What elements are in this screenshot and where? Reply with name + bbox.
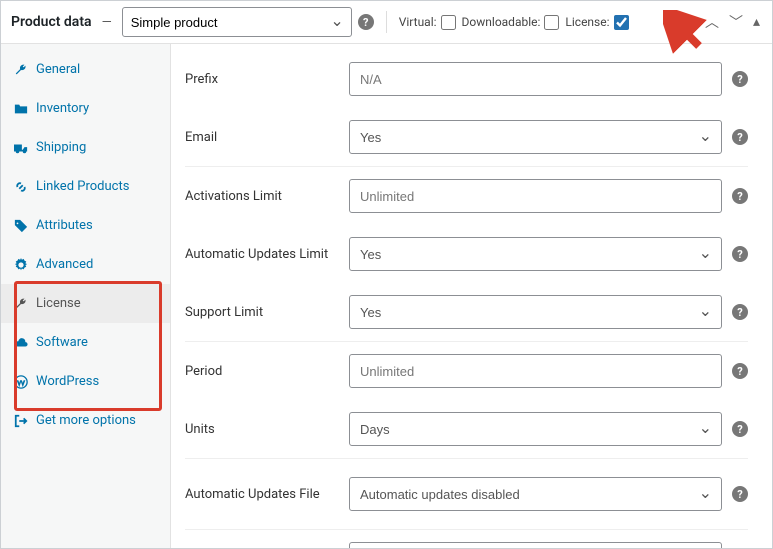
select-auto-updates-limit[interactable]: Yes [349,237,722,271]
sidebar-item-label: Advanced [36,257,93,272]
field-email: Email Yes ? [185,108,748,167]
downloadable-toggle[interactable]: Downloadable: [462,15,560,30]
sidebar: General Inventory Shipping Linked Produc… [1,44,171,548]
sidebar-item-get-more[interactable]: Get more options [1,401,170,440]
license-toggle[interactable]: License: [565,15,628,30]
help-icon[interactable]: ? [732,363,748,379]
label-prefix: Prefix [185,72,349,87]
sidebar-item-linked-products[interactable]: Linked Products [1,167,170,206]
product-data-panel: Product data — Simple product ? Virtual:… [0,0,773,549]
field-period: Period ? [185,342,748,400]
virtual-toggle[interactable]: Virtual: [399,15,456,30]
input-prefix[interactable] [349,62,722,96]
downloadable-checkbox[interactable] [544,15,559,30]
title-dash: — [102,15,112,30]
sidebar-item-attributes[interactable]: Attributes [1,206,170,245]
select-units[interactable]: Days [349,412,722,446]
separator [386,11,387,33]
input-renewal-price[interactable] [349,542,722,548]
label-activations-limit: Activations Limit [185,189,349,204]
sidebar-item-advanced[interactable]: Advanced [1,245,170,284]
panel-body: General Inventory Shipping Linked Produc… [1,44,772,548]
sidebar-item-shipping[interactable]: Shipping [1,128,170,167]
label-support-limit: Support Limit [185,305,349,320]
sidebar-item-label: Shipping [36,140,86,155]
truck-icon [13,140,28,155]
label-email: Email [185,130,349,145]
header-right-controls: ︿ ﹀ ▴ [703,12,762,32]
field-auto-updates-limit: Automatic Updates Limit Yes ? [185,225,748,283]
sidebar-item-label: Linked Products [36,179,129,194]
tag-icon [13,218,28,233]
virtual-label: Virtual: [399,15,437,29]
cloud-icon [13,335,28,350]
license-checkbox[interactable] [614,15,629,30]
help-icon[interactable]: ? [358,14,374,30]
sidebar-item-label: WordPress [36,374,99,389]
field-activations-limit: Activations Limit ? [185,167,748,225]
panel-title: Product data [11,14,92,30]
sidebar-item-label: Inventory [36,101,89,116]
field-renewal-price: Renewal price ($) ? [185,530,748,548]
sidebar-item-label: Software [36,335,88,350]
sidebar-item-general[interactable]: General [1,50,170,89]
sidebar-item-label: General [36,62,80,77]
help-icon[interactable]: ? [732,129,748,145]
virtual-checkbox[interactable] [441,15,456,30]
input-period[interactable] [349,354,722,388]
sidebar-item-label: Get more options [36,413,136,428]
help-icon[interactable]: ? [732,71,748,87]
sidebar-item-license[interactable]: License [1,284,170,323]
gear-icon [13,257,28,272]
settings-main: Prefix ? Email Yes ? Activations Limit ? [171,44,772,548]
help-icon[interactable]: ? [732,246,748,262]
label-units: Units [185,422,349,437]
nav-up-icon[interactable]: ︿ [703,12,721,32]
help-icon[interactable]: ? [732,486,748,502]
select-auto-updates-file[interactable]: Automatic updates disabled [349,477,722,511]
product-type-select[interactable]: Simple product [122,7,352,37]
help-icon[interactable]: ? [732,304,748,320]
field-units: Units Days ? [185,400,748,459]
collapse-icon[interactable]: ▴ [751,14,762,30]
sidebar-item-inventory[interactable]: Inventory [1,89,170,128]
help-icon[interactable]: ? [732,421,748,437]
license-label: License: [565,15,609,29]
nav-down-icon[interactable]: ﹀ [727,12,745,32]
panel-header: Product data — Simple product ? Virtual:… [1,1,772,44]
sidebar-item-label: License [36,296,81,311]
sidebar-item-wordpress[interactable]: WordPress [1,362,170,401]
wrench-icon [13,296,28,311]
link-icon [13,179,28,194]
select-support-limit[interactable]: Yes [349,295,722,329]
field-prefix: Prefix ? [185,50,748,108]
sidebar-item-software[interactable]: Software [1,323,170,362]
help-icon[interactable]: ? [732,188,748,204]
field-support-limit: Support Limit Yes ? [185,283,748,342]
select-email[interactable]: Yes [349,120,722,154]
input-activations-limit[interactable] [349,179,722,213]
folder-icon [13,101,28,116]
label-auto-updates-limit: Automatic Updates Limit [185,247,349,262]
field-auto-updates-file: Automatic Updates File Automatic updates… [185,459,748,530]
logout-icon [13,413,28,428]
sidebar-item-label: Attributes [36,218,93,233]
wrench-icon [13,62,28,77]
label-auto-updates-file: Automatic Updates File [185,487,349,502]
wordpress-icon [13,374,28,389]
downloadable-label: Downloadable: [462,15,541,29]
label-period: Period [185,364,349,379]
